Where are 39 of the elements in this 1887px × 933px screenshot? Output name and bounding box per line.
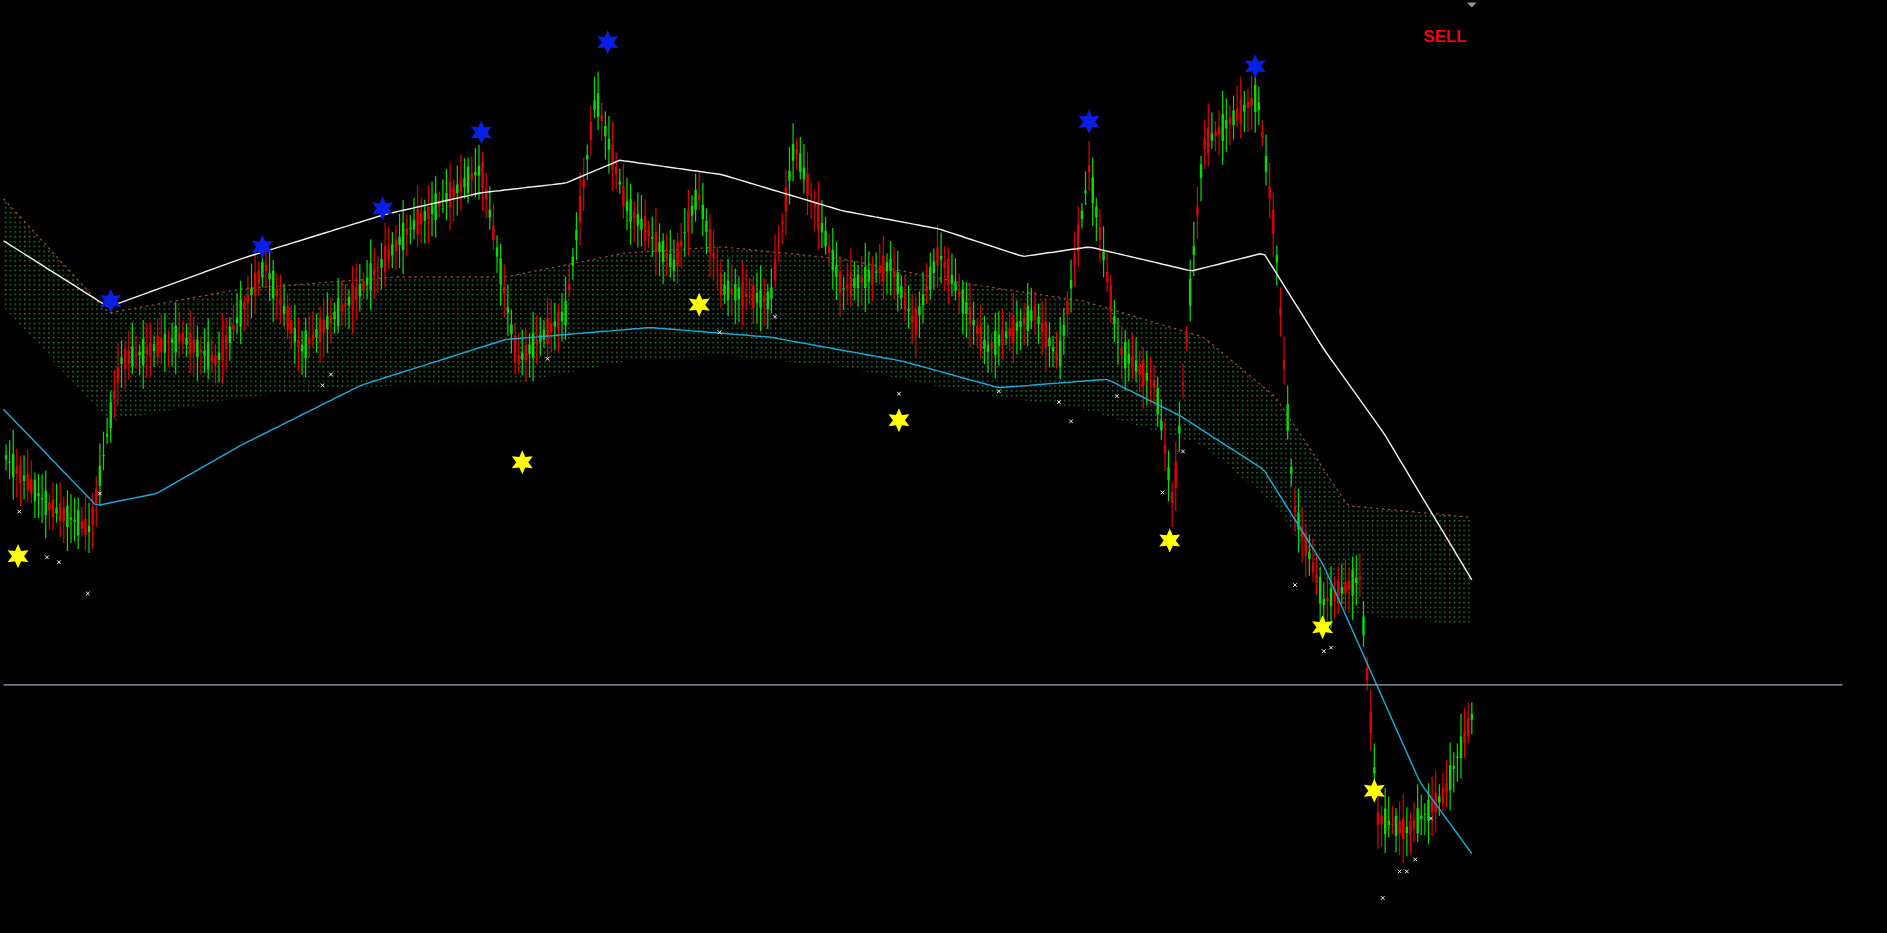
- cross-marker: [1056, 399, 1062, 405]
- star-marker: [372, 196, 394, 221]
- cross-marker: [1397, 869, 1402, 874]
- cross-marker: [320, 382, 325, 388]
- star-marker: [1363, 778, 1385, 803]
- cross-marker: [44, 555, 50, 560]
- cross-marker: [56, 559, 62, 565]
- cross-marker: [996, 389, 1002, 394]
- cross-marker: [16, 509, 22, 514]
- star-marker: [1078, 109, 1100, 134]
- cross-marker: [328, 372, 334, 377]
- cross-marker: [85, 591, 91, 596]
- star-marker: [888, 408, 910, 433]
- cross-marker: [772, 314, 778, 319]
- cross-marker: [1380, 895, 1386, 901]
- star-marker: [597, 30, 619, 55]
- star-marker: [688, 292, 710, 317]
- cross-marker: [1068, 419, 1074, 424]
- cross-marker: [1404, 869, 1410, 874]
- star-marker: [251, 234, 273, 259]
- cross-marker: [1412, 857, 1418, 862]
- cross-marker: [545, 356, 550, 362]
- cross-marker: [97, 491, 103, 496]
- cross-marker: [1292, 582, 1298, 588]
- star-marker: [511, 450, 533, 475]
- cross-marker: [717, 330, 722, 335]
- star-marker: [1312, 615, 1334, 640]
- star-marker: [1159, 528, 1181, 553]
- cross-marker: [896, 391, 902, 396]
- triangle-icon: [1467, 2, 1477, 8]
- signal-label: SELL: [1423, 26, 1467, 48]
- cross-marker: [1428, 816, 1434, 821]
- cross-marker: [1160, 490, 1165, 495]
- star-marker: [470, 120, 492, 145]
- cross-marker: [1114, 393, 1120, 399]
- star-marker: [100, 289, 122, 314]
- star-marker: [7, 544, 29, 569]
- star-marker: [1244, 54, 1266, 79]
- cross-marker: [1180, 449, 1186, 454]
